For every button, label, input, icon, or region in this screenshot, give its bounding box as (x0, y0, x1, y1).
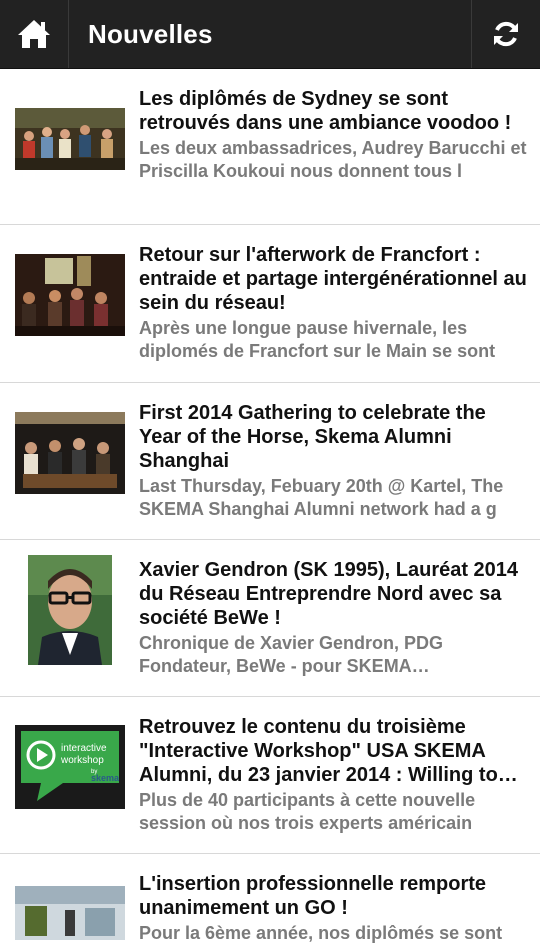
news-excerpt: Plus de 40 participants à cette nouvelle… (139, 790, 476, 833)
news-thumbnail: interactive workshop by skema (14, 725, 125, 809)
news-thumbnail (14, 254, 125, 336)
news-title: L'insertion professionnelle remporte unan… (139, 873, 487, 919)
top-bar: Nouvelles (0, 0, 540, 69)
home-button[interactable] (0, 0, 69, 68)
thumb-text-skema: skema (91, 773, 120, 783)
news-title: Retour sur l'afterwork de Francfort : ent… (139, 244, 527, 314)
news-excerpt: Les deux ambassadrices, Audrey Barucchi … (139, 138, 527, 181)
news-title: Retrouvez le contenu du troisième "Intera… (139, 716, 518, 786)
news-thumbnail (14, 886, 125, 940)
home-icon (18, 20, 50, 48)
news-item[interactable]: Les diplômés de Sydney se sont retrouvés … (0, 69, 540, 225)
news-item[interactable]: First 2014 Gathering to celebrate the Yea… (0, 383, 540, 540)
news-excerpt: Pour la 6ème année, nos diplômés se sont (139, 923, 503, 943)
page-title: Nouvelles (88, 18, 213, 49)
news-thumbnail (14, 108, 125, 170)
news-item[interactable]: L'insertion professionnelle remporte unan… (0, 854, 540, 944)
refresh-button[interactable] (471, 0, 540, 68)
news-title: First 2014 Gathering to celebrate the Yea… (139, 402, 486, 472)
news-thumbnail (27, 555, 112, 665)
news-list: Les diplômés de Sydney se sont retrouvés … (0, 69, 540, 944)
thumb-text-workshop: workshop (60, 755, 104, 766)
refresh-icon (494, 21, 518, 47)
news-excerpt: Last Thursday, Febuary 20th @ Kartel, Th… (139, 476, 504, 519)
news-item[interactable]: interactive workshop by skema Retrouvez … (0, 697, 540, 854)
news-thumbnail (14, 412, 125, 494)
news-item[interactable]: Retour sur l'afterwork de Francfort : ent… (0, 225, 540, 383)
news-title: Les diplômés de Sydney se sont retrouvés … (139, 88, 512, 134)
news-excerpt: Chronique de Xavier Gendron, PDG Fondateu… (139, 633, 444, 676)
thumb-text-interactive: interactive (61, 743, 107, 754)
news-title: Xavier Gendron (SK 1995), Lauréat 2014 du… (139, 559, 519, 629)
news-excerpt: Après une longue pause hivernale, les dip… (139, 318, 496, 361)
news-item[interactable]: Xavier Gendron (SK 1995), Lauréat 2014 du… (0, 540, 540, 697)
